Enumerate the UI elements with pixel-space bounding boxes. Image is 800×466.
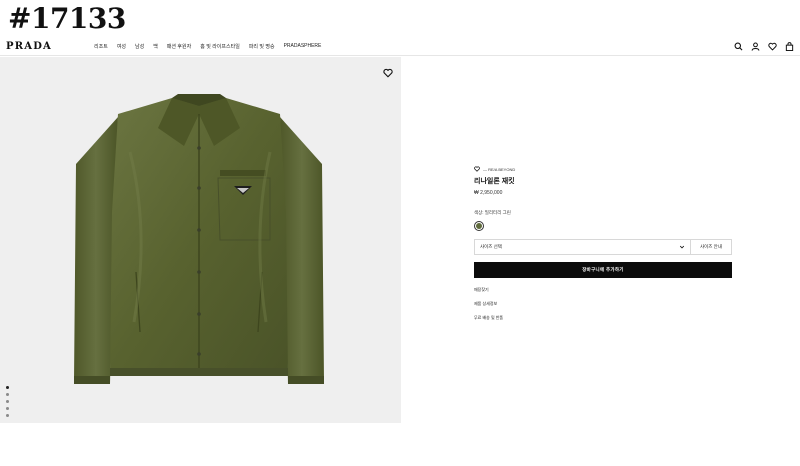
gallery-dot[interactable] (6, 393, 9, 396)
nav-item-women[interactable]: 여성 (117, 43, 126, 50)
product-details-link[interactable]: 제품 상세정보 (474, 301, 732, 307)
size-guide-button[interactable]: 사이즈 안내 (691, 239, 732, 255)
size-select-label: 사이즈 선택 (480, 244, 502, 249)
heart-icon[interactable] (383, 65, 393, 78)
heart-outline-icon[interactable] (474, 166, 480, 173)
store-locator-link[interactable]: 매장찾기 (474, 287, 732, 293)
nav-item-paris[interactable]: 파리 및 명승 (249, 43, 275, 50)
product-title: 리나일론 재킷 (474, 178, 515, 185)
color-swatch-selected[interactable] (474, 221, 484, 231)
shipping-returns-link[interactable]: 무료 배송 및 반품 (474, 315, 732, 321)
color-label: 색상: 밀리터리 그린 (474, 210, 511, 215)
top-header: PRADA 리조트 여성 남성 백 패션 후원자 홈 및 라이프스타일 파리 및… (0, 38, 800, 56)
nav-item-bags[interactable]: 백 (153, 43, 158, 50)
header-icons (733, 41, 794, 51)
gallery-dot[interactable] (6, 407, 9, 410)
product-gallery[interactable] (0, 57, 401, 423)
nav-item-resort[interactable]: 리조트 (94, 43, 108, 50)
gallery-pagination (6, 386, 9, 417)
image-id-watermark: #17133 (8, 2, 126, 35)
color-swatch (476, 223, 482, 229)
add-to-cart-button[interactable]: 장바구니에 추가하기 (474, 262, 732, 278)
product-price: ₩ 2,950,000 (474, 190, 503, 196)
prada-logo[interactable]: PRADA (6, 41, 52, 52)
nav-item-pradasphere[interactable]: PRADASPHERE (284, 43, 322, 50)
size-row: 사이즈 선택 사이즈 안내 (474, 239, 732, 255)
gallery-dot[interactable] (6, 414, 9, 417)
product-links: 매장찾기 제품 상세정보 무료 배송 및 반품 (474, 287, 732, 321)
wishlist-icon[interactable] (767, 41, 777, 51)
nav-item-men[interactable]: 남성 (135, 43, 144, 50)
collection-breadcrumb: — RE/A BEYOND (474, 166, 732, 173)
account-icon[interactable] (750, 41, 760, 51)
product-info-panel: — RE/A BEYOND 리나일론 재킷 ₩ 2,950,000 색상: 밀리… (474, 166, 732, 321)
search-icon[interactable] (733, 41, 743, 51)
gallery-dot[interactable] (6, 386, 9, 389)
size-select-dropdown[interactable]: 사이즈 선택 (474, 239, 691, 255)
main-nav: 리조트 여성 남성 백 패션 후원자 홈 및 라이프스타일 파리 및 명승 PR… (94, 43, 321, 50)
gallery-dot[interactable] (6, 400, 9, 403)
collection-label[interactable]: — RE/A BEYOND (483, 167, 515, 172)
nav-item-home-lifestyle[interactable]: 홈 및 라이프스타일 (200, 43, 240, 50)
product-image (74, 94, 324, 384)
bag-icon[interactable] (784, 41, 794, 51)
nav-item-fashion-patron[interactable]: 패션 후원자 (167, 43, 191, 50)
chevron-down-icon (679, 244, 685, 251)
